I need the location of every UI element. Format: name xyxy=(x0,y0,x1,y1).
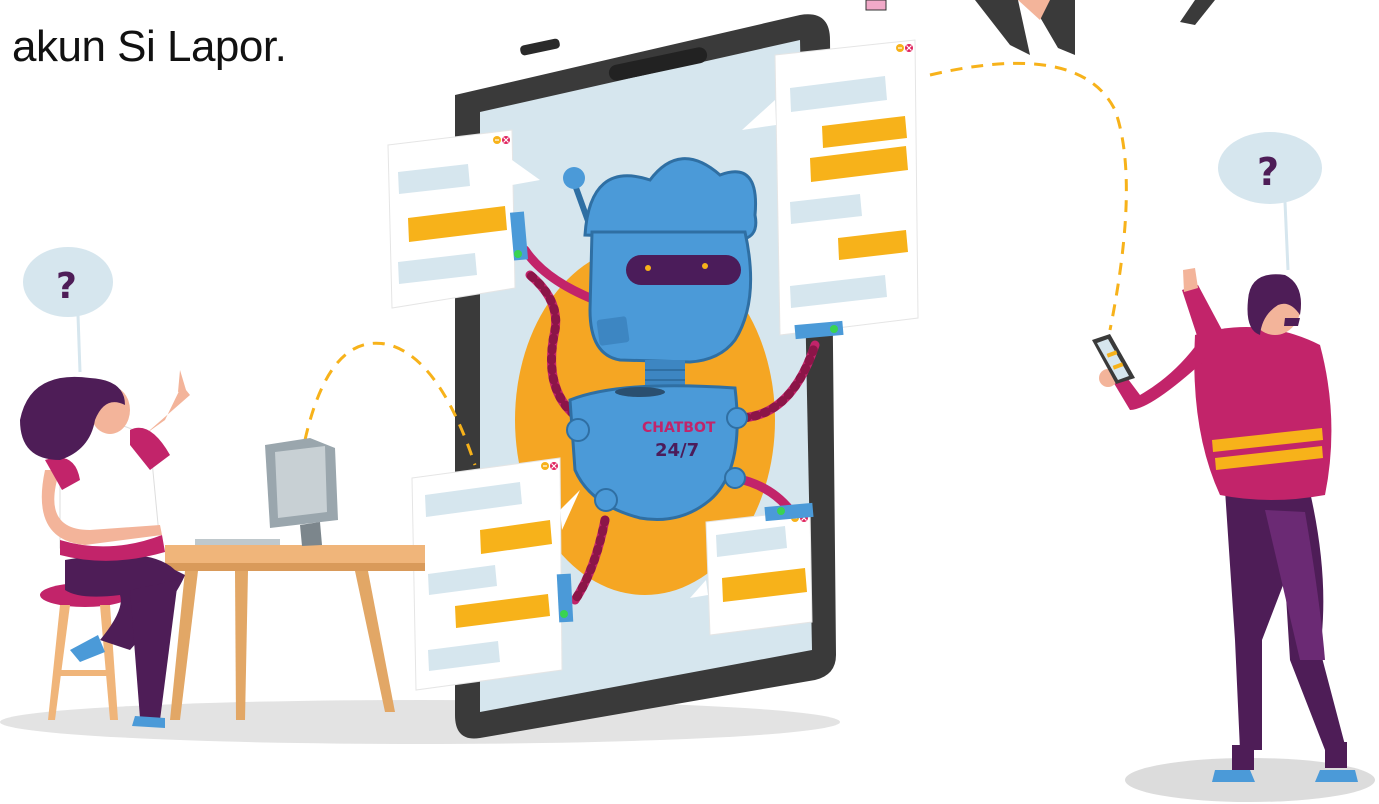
floor-shadow xyxy=(0,700,840,744)
robot-label-chatbot: CHATBOT xyxy=(642,420,716,436)
question-mark-icon: ? xyxy=(56,266,77,307)
thought-bubble-left: ? xyxy=(23,247,113,373)
chat-window-left-bottom xyxy=(411,457,580,691)
chatbot-illustration: CHATBOT 24/7 ? ? xyxy=(0,0,1375,802)
monitor-icon xyxy=(195,438,338,546)
question-mark-icon: ? xyxy=(1257,150,1279,194)
top-decoration xyxy=(865,0,1215,55)
tablet-icon xyxy=(1092,334,1135,384)
robot-label-hours: 24/7 xyxy=(655,440,699,461)
man-user xyxy=(1099,268,1358,782)
thought-bubble-right: ? xyxy=(1218,132,1322,271)
desk xyxy=(165,545,425,720)
